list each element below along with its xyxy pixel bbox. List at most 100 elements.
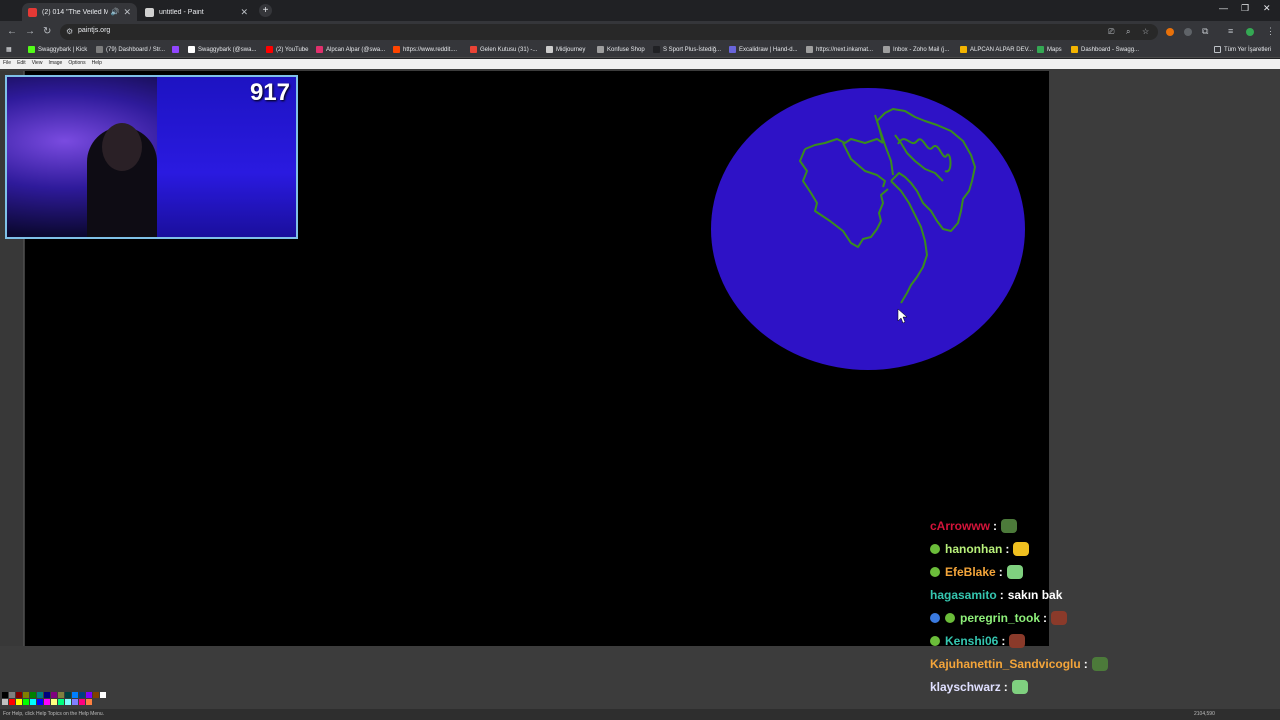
palette-swatch[interactable] — [79, 699, 85, 705]
chat-message: klayschwarz: — [930, 675, 1190, 698]
bookmark-item[interactable]: Excalidraw | Hand-d... — [729, 46, 798, 53]
chat-message: EfeBlake: — [930, 560, 1190, 583]
bookmark-item[interactable]: S Sport Plus-İstediğ... — [653, 46, 721, 53]
palette-swatch[interactable] — [9, 692, 15, 698]
chat-username: Kenshi06 — [945, 633, 999, 648]
back-icon[interactable]: ← — [7, 26, 17, 37]
bookmark-item[interactable] — [172, 46, 182, 53]
bookmark-item[interactable]: Maps — [1037, 46, 1062, 53]
palette-swatch[interactable] — [65, 699, 71, 705]
zoom-icon[interactable]: ⌕ — [1126, 27, 1130, 37]
bookmark-label: ALPCAN ALPAR DEV... — [970, 46, 1034, 53]
address-bar[interactable]: ⚙ paintjs.org ⎚ ⌕ ☆ — [60, 24, 1158, 40]
menu-help[interactable]: Help — [89, 59, 105, 69]
bookmark-favicon-icon — [1071, 46, 1078, 53]
palette-swatch[interactable] — [65, 692, 71, 698]
chat-separator: : — [1001, 633, 1006, 648]
minimize-icon[interactable]: — — [1219, 3, 1228, 13]
bookmark-favicon-icon — [172, 46, 179, 53]
tab-title: (2) 014 "The Veiled Monoli... — [42, 8, 108, 16]
bookmark-item[interactable]: (2) YouTube — [266, 46, 308, 53]
bookmark-star-icon[interactable]: ☆ — [1142, 27, 1149, 36]
palette-swatch[interactable] — [58, 692, 64, 698]
palette-swatch[interactable] — [2, 692, 8, 698]
bookmark-favicon-icon — [960, 46, 967, 53]
window-close-icon[interactable]: ✕ — [1263, 3, 1271, 14]
chat-emote-icon — [1013, 541, 1030, 556]
palette-swatch[interactable] — [72, 692, 78, 698]
apps-grid-icon[interactable]: ▦ — [6, 46, 12, 53]
profile-avatar[interactable] — [1246, 28, 1254, 36]
bookmark-label: https://next.inkamat... — [816, 46, 874, 53]
palette-swatch[interactable] — [86, 699, 92, 705]
bookmark-item[interactable]: Alpcan Alpar (@swa... — [316, 46, 385, 53]
palette-swatch[interactable] — [51, 699, 57, 705]
maximize-icon[interactable]: ❐ — [1241, 3, 1249, 14]
menu-view[interactable]: View — [29, 59, 46, 69]
site-info-icon[interactable]: ⚙ — [66, 27, 73, 36]
palette-swatch[interactable] — [72, 699, 78, 705]
palette-swatch[interactable] — [37, 699, 43, 705]
extension-icon[interactable] — [1184, 28, 1192, 36]
reload-icon[interactable]: ↻ — [43, 26, 51, 37]
bookmark-item[interactable]: https://www.reddit.... — [393, 46, 457, 53]
bookmark-item[interactable]: (79) Dashboard / Str... — [96, 46, 165, 53]
palette-swatch[interactable] — [23, 692, 29, 698]
bookmark-item[interactable]: https://next.inkamat... — [806, 46, 873, 53]
palette-swatch[interactable] — [93, 692, 99, 698]
bookmark-label: Excalidraw | Hand-d... — [739, 46, 798, 53]
bookmark-item[interactable]: Midjourney — [546, 46, 585, 53]
bookmark-favicon-icon — [28, 46, 35, 53]
bookmark-item[interactable]: Swaggybark | Kick — [28, 46, 87, 53]
media-control-icon[interactable]: ≡ — [1228, 26, 1233, 36]
bookmark-item[interactable]: Inbox - Zoho Mail (j... — [883, 46, 949, 53]
tab-title: untitled - Paint — [159, 8, 204, 16]
bookmark-favicon-icon — [806, 46, 813, 53]
bookmark-item[interactable]: ALPCAN ALPAR DEV... — [960, 46, 1033, 53]
chat-badge-icon — [945, 612, 955, 623]
extension-icon[interactable] — [1166, 28, 1174, 36]
bookmark-favicon-icon — [729, 46, 736, 53]
bookmark-label: Gelen Kutusu (31) -... — [480, 46, 538, 53]
menu-image[interactable]: Image — [45, 59, 65, 69]
palette-swatch[interactable] — [2, 699, 8, 705]
menu-options[interactable]: Options — [65, 59, 88, 69]
speaker-icon[interactable]: 🔊 — [111, 8, 120, 16]
close-tab-icon[interactable]: ✕ — [123, 7, 131, 18]
color-palette[interactable] — [0, 691, 110, 707]
bookmark-item[interactable]: Dashboard - Swagg... — [1071, 46, 1139, 53]
palette-swatch[interactable] — [9, 699, 15, 705]
tab-paint[interactable]: untitled - Paint ✕ — [139, 3, 254, 21]
palette-swatch[interactable] — [16, 692, 22, 698]
palette-swatch[interactable] — [44, 699, 50, 705]
browser-toolbar: ← → ↻ ⚙ paintjs.org ⎚ ⌕ ☆ ⧉ ≡ ⋮ — [0, 21, 1280, 43]
palette-swatch[interactable] — [30, 692, 36, 698]
bookmark-item[interactable]: Konfuse Shop — [597, 46, 645, 53]
extensions-puzzle-icon[interactable]: ⧉ — [1202, 26, 1208, 37]
chrome-menu-icon[interactable]: ⋮ — [1266, 26, 1275, 37]
palette-swatch[interactable] — [37, 692, 43, 698]
bookmark-item[interactable]: Gelen Kutusu (31) -... — [470, 46, 537, 53]
menu-file[interactable]: File — [0, 59, 14, 69]
bookmark-item[interactable]: Swaggybark (@swa... — [188, 46, 256, 53]
forward-icon[interactable]: → — [25, 26, 35, 37]
palette-swatch[interactable] — [58, 699, 64, 705]
palette-swatch[interactable] — [23, 699, 29, 705]
chat-separator: : — [1083, 656, 1088, 671]
chat-username: Kajuhanettin_Sandvicoglu — [930, 656, 1081, 671]
chat-emote-icon — [1011, 679, 1028, 694]
all-bookmarks-folder[interactable]: Tüm Yer İşaretleri — [1214, 46, 1271, 53]
youtube-icon — [28, 7, 37, 17]
install-icon[interactable]: ⎚ — [1108, 27, 1114, 37]
palette-swatch[interactable] — [79, 692, 85, 698]
menu-edit[interactable]: Edit — [14, 59, 29, 69]
palette-swatch[interactable] — [51, 692, 57, 698]
palette-swatch[interactable] — [16, 699, 22, 705]
palette-swatch[interactable] — [86, 692, 92, 698]
palette-swatch[interactable] — [100, 692, 106, 698]
tab-youtube[interactable]: (2) 014 "The Veiled Monoli... 🔊 ✕ — [22, 3, 137, 21]
palette-swatch[interactable] — [30, 699, 36, 705]
palette-swatch[interactable] — [44, 692, 50, 698]
close-tab-icon[interactable]: ✕ — [240, 7, 248, 18]
new-tab-button[interactable]: + — [259, 4, 272, 17]
